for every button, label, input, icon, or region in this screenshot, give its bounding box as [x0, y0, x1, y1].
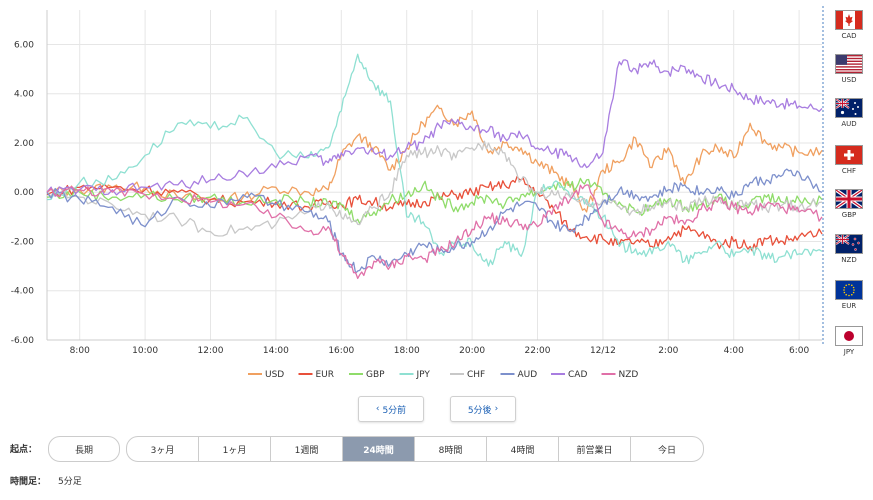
flag-item-aud[interactable]: AUD: [834, 98, 864, 128]
australia-flag-icon: [835, 98, 863, 118]
currency-strength-chart: 6.00 4.00 2.00 0.00 -2.00 -4.00 -6.00 8:00 10:0…: [11, 6, 824, 380]
x-tick-label: 16:00: [328, 346, 354, 356]
x-tick-label: 22:00: [525, 346, 551, 356]
next-5min-button[interactable]: 5分後 ›: [450, 396, 516, 422]
legend-label-nzd: NZD: [619, 370, 639, 380]
y-tick-label: -2.00: [11, 237, 35, 247]
y-tick-label: 4.00: [14, 90, 34, 100]
y-tick-label: 2.00: [14, 139, 34, 149]
period-1week-button[interactable]: 1週間: [271, 437, 343, 461]
eu-flag-icon: [835, 280, 863, 300]
y-axis-ticks: 6.00 4.00 2.00 0.00 -2.00 -4.00 -6.00: [11, 40, 35, 346]
x-axis-ticks: 8:00 10:00 12:00 14:00 16:00 18:00 20:00 22:00 1…: [70, 346, 810, 356]
legend-label-jpy: JPY: [416, 370, 431, 380]
x-tick-label: 4:00: [724, 346, 744, 356]
timeframe-label: 時間足：: [10, 477, 47, 487]
flag-item-eur[interactable]: EUR: [834, 280, 864, 310]
period-selector: 3ヶ月 1ヶ月 1週間 24時間 8時間 4時間 前営業日 今日: [126, 436, 704, 462]
chevron-left-icon: ‹: [375, 404, 380, 414]
prev-5min-label: 5分前: [382, 405, 407, 416]
x-tick-label: 6:00: [789, 346, 809, 356]
timeframe-info: 時間足： 5分足: [10, 474, 82, 487]
flag-item-nzd[interactable]: NZD: [834, 234, 864, 264]
x-tick-label: 12/12: [590, 346, 616, 356]
prev-5min-button[interactable]: ‹ 5分前: [358, 396, 424, 422]
period-8hours-button[interactable]: 8時間: [415, 437, 487, 461]
usa-flag-icon: [835, 54, 863, 74]
y-tick-label: 0.00: [14, 188, 34, 198]
period-1month-button[interactable]: 1ヶ月: [199, 437, 271, 461]
new-zealand-flag-icon: [835, 234, 863, 254]
flag-label: CAD: [841, 32, 857, 40]
x-tick-label: 12:00: [198, 346, 224, 356]
legend-label-chf: CHF: [467, 370, 485, 380]
flag-item-jpy[interactable]: JPY: [834, 326, 864, 356]
legend-label-cad: CAD: [568, 370, 587, 380]
long-term-button[interactable]: 長期: [48, 436, 120, 462]
flag-label: JPY: [843, 348, 855, 356]
legend-label-gbp: GBP: [366, 370, 385, 380]
period-previous-business-day-button[interactable]: 前営業日: [559, 437, 631, 461]
flag-label: AUD: [841, 120, 857, 128]
flag-item-gbp[interactable]: GBP: [834, 189, 864, 219]
period-4hours-button[interactable]: 4時間: [487, 437, 559, 461]
x-tick-label: 14:00: [263, 346, 289, 356]
period-today-button[interactable]: 今日: [631, 437, 703, 461]
flag-label: USD: [841, 76, 857, 84]
next-5min-label: 5分後: [467, 405, 492, 416]
flag-item-chf[interactable]: CHF: [834, 145, 864, 175]
uk-flag-icon: [835, 189, 863, 209]
switzerland-flag-icon: [835, 145, 863, 165]
canada-flag-icon: [835, 10, 863, 30]
x-tick-label: 20:00: [459, 346, 485, 356]
x-tick-label: 10:00: [132, 346, 158, 356]
flag-label: CHF: [841, 167, 857, 175]
x-tick-label: 18:00: [394, 346, 420, 356]
flag-label: GBP: [841, 211, 857, 219]
y-tick-label: -6.00: [11, 336, 35, 346]
x-tick-label: 8:00: [70, 346, 90, 356]
japan-flag-icon: [835, 326, 863, 346]
period-24hours-button[interactable]: 24時間: [343, 437, 415, 461]
start-point-label: 起点：: [10, 445, 38, 455]
period-3months-button[interactable]: 3ヶ月: [127, 437, 199, 461]
chevron-right-icon: ›: [494, 404, 499, 414]
legend-label-usd: USD: [265, 370, 284, 380]
legend: USD EUR GBP JPY CHF AUD CAD NZD: [248, 370, 638, 380]
legend-label-eur: EUR: [316, 370, 335, 380]
timeframe-value: 5分足: [58, 477, 82, 487]
y-tick-label: -4.00: [11, 287, 35, 297]
flag-item-cad[interactable]: CAD: [834, 10, 864, 40]
legend-label-aud: AUD: [518, 370, 538, 380]
flag-label: NZD: [841, 256, 857, 264]
flag-item-usd[interactable]: USD: [834, 54, 864, 84]
y-tick-label: 6.00: [14, 40, 34, 50]
flag-label: EUR: [841, 302, 857, 310]
x-tick-label: 2:00: [658, 346, 678, 356]
